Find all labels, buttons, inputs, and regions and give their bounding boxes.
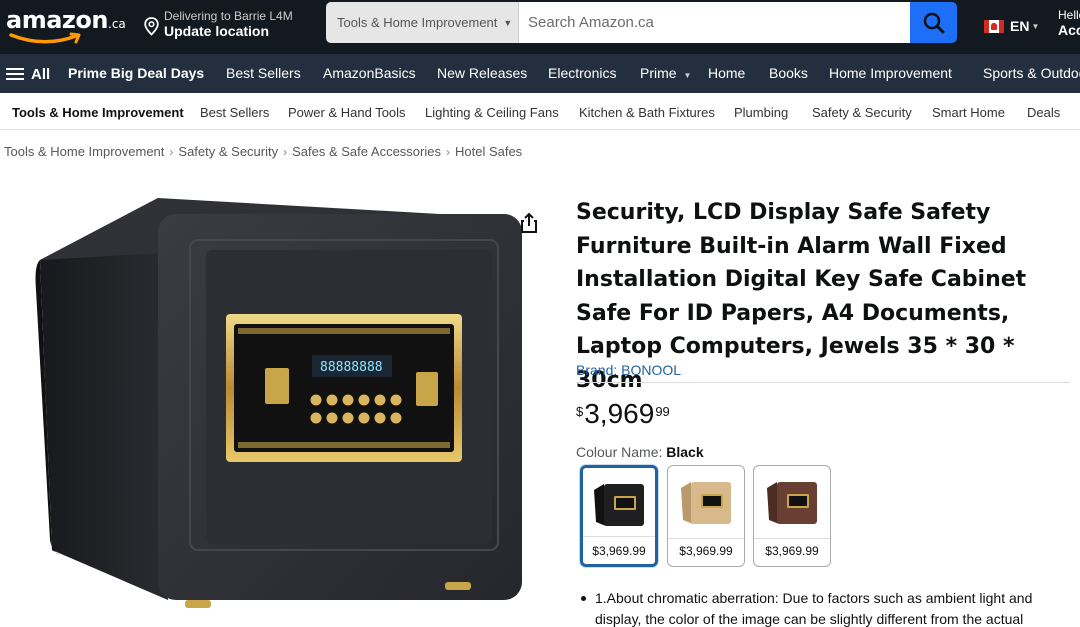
breadcrumb-link[interactable]: Hotel Safes — [455, 144, 522, 159]
catnav-lighting-ceiling-fans[interactable]: Lighting & Ceiling Fans — [425, 105, 559, 120]
hamburger-icon — [6, 65, 24, 83]
product-main-image[interactable]: 88888888 — [30, 190, 535, 627]
account-label: Account — [1058, 22, 1080, 38]
nav-new-releases[interactable]: New Releases — [437, 65, 527, 81]
smile-icon — [9, 32, 81, 44]
swatch-price: $3,969.99 — [592, 544, 646, 558]
nav-prime[interactable]: Prime ▼ — [640, 65, 691, 81]
bullet-item: 1.About chromatic aberration: Due to fac… — [580, 588, 1072, 627]
chevron-right-icon: › — [169, 145, 174, 159]
colour-name-value: Black — [666, 444, 704, 460]
product-price: $ 3,969 99 — [576, 398, 670, 430]
search-category-label: Tools & Home Improvement — [337, 15, 498, 30]
price-fraction: 99 — [655, 404, 670, 419]
nav-electronics[interactable]: Electronics — [548, 65, 616, 81]
colour-name-label: Colour Name: Black — [576, 444, 704, 460]
safe-thumbnail-brown — [767, 482, 817, 524]
logo-tld: .ca — [108, 17, 126, 31]
nav-sports-outdoors[interactable]: Sports & Outdoors — [983, 65, 1080, 81]
brand-link[interactable]: Brand: BONOOL — [576, 362, 681, 378]
breadcrumb: Tools & Home Improvement › Safety & Securi… — [4, 144, 522, 159]
swatch-price: $3,969.99 — [765, 544, 819, 558]
nav-books[interactable]: Books — [769, 65, 808, 81]
search-category-dropdown[interactable]: Tools & Home Improvement ▼ — [326, 2, 519, 43]
catnav-plumbing[interactable]: Plumbing — [734, 105, 788, 120]
svg-text:88888888: 88888888 — [320, 360, 383, 375]
caret-down-icon: ▼ — [683, 71, 692, 80]
all-menu-label: All — [31, 65, 51, 83]
account-menu[interactable]: Hello Account — [1058, 8, 1080, 38]
search-icon — [923, 12, 944, 33]
product-bullets: 1.About chromatic aberration: Due to fac… — [580, 588, 1072, 627]
breadcrumb-link[interactable]: Safes & Safe Accessories — [292, 144, 441, 159]
main-nav: All Prime Big Deal Days Best Sellers Ama… — [0, 54, 1080, 93]
language-label: EN — [1010, 18, 1030, 34]
share-button[interactable] — [518, 212, 540, 239]
caret-down-icon: ▼ — [1031, 21, 1040, 31]
catnav-safety-security[interactable]: Safety & Security — [812, 105, 912, 120]
caret-down-icon: ▼ — [503, 17, 513, 28]
account-greeting: Hello — [1058, 8, 1080, 22]
safe-thumbnail-black — [594, 484, 644, 526]
colour-swatch-black[interactable]: $3,969.99 — [580, 465, 658, 567]
swatch-divider — [668, 538, 744, 539]
nav-home[interactable]: Home — [708, 65, 745, 81]
update-location-link[interactable]: Update location — [164, 23, 269, 39]
chevron-right-icon: › — [283, 145, 288, 159]
search-bar: Tools & Home Improvement ▼ — [326, 2, 957, 43]
breadcrumb-link[interactable]: Tools & Home Improvement — [4, 144, 164, 159]
catnav-best-sellers[interactable]: Best Sellers — [200, 105, 269, 120]
language-selector[interactable]: EN ▼ — [984, 18, 1039, 34]
search-input[interactable] — [519, 2, 910, 43]
colour-swatch-brown[interactable]: $3,969.99 — [753, 465, 831, 567]
chevron-right-icon: › — [445, 145, 450, 159]
nav-home-improvement[interactable]: Home Improvement — [829, 65, 952, 81]
delivery-text: Delivering to Barrie L4M — [164, 9, 293, 23]
price-currency: $ — [576, 404, 584, 419]
colour-name-prefix: Colour Name: — [576, 444, 667, 460]
delivery-location[interactable]: Delivering to Barrie L4M Update location — [144, 7, 314, 47]
canada-flag-icon — [984, 19, 1004, 33]
top-nav: amazon .ca Delivering to Barrie L4M Upda… — [0, 0, 1080, 54]
swatch-divider — [754, 538, 830, 539]
location-pin-icon — [144, 17, 159, 36]
nav-best-sellers[interactable]: Best Sellers — [226, 65, 301, 81]
swatch-divider — [583, 536, 655, 537]
catnav-kitchen-bath-fixtures[interactable]: Kitchen & Bath Fixtures — [579, 105, 715, 120]
all-menu-button[interactable]: All — [6, 65, 50, 83]
catnav-power-hand-tools[interactable]: Power & Hand Tools — [288, 105, 406, 120]
catnav-tools-home-improvement[interactable]: Tools & Home Improvement — [12, 105, 184, 120]
logo-text: amazon — [6, 6, 108, 34]
swatch-price: $3,969.99 — [679, 544, 733, 558]
nav-prime-label: Prime — [640, 65, 677, 81]
safe-thumbnail-beige — [681, 482, 731, 524]
share-icon — [521, 212, 537, 233]
divider — [576, 382, 1070, 383]
catnav-smart-home[interactable]: Smart Home — [932, 105, 1005, 120]
search-button[interactable] — [910, 2, 957, 43]
catnav-deals[interactable]: Deals — [1027, 105, 1060, 120]
colour-swatch-beige[interactable]: $3,969.99 — [667, 465, 745, 567]
price-whole: 3,969 — [584, 398, 655, 429]
breadcrumb-link[interactable]: Safety & Security — [178, 144, 278, 159]
nav-prime-big-deal-days[interactable]: Prime Big Deal Days — [68, 65, 204, 81]
amazon-logo[interactable]: amazon .ca — [6, 4, 130, 48]
category-nav: Tools & Home Improvement Best Sellers Po… — [0, 93, 1080, 130]
nav-amazonbasics[interactable]: AmazonBasics — [323, 65, 416, 81]
